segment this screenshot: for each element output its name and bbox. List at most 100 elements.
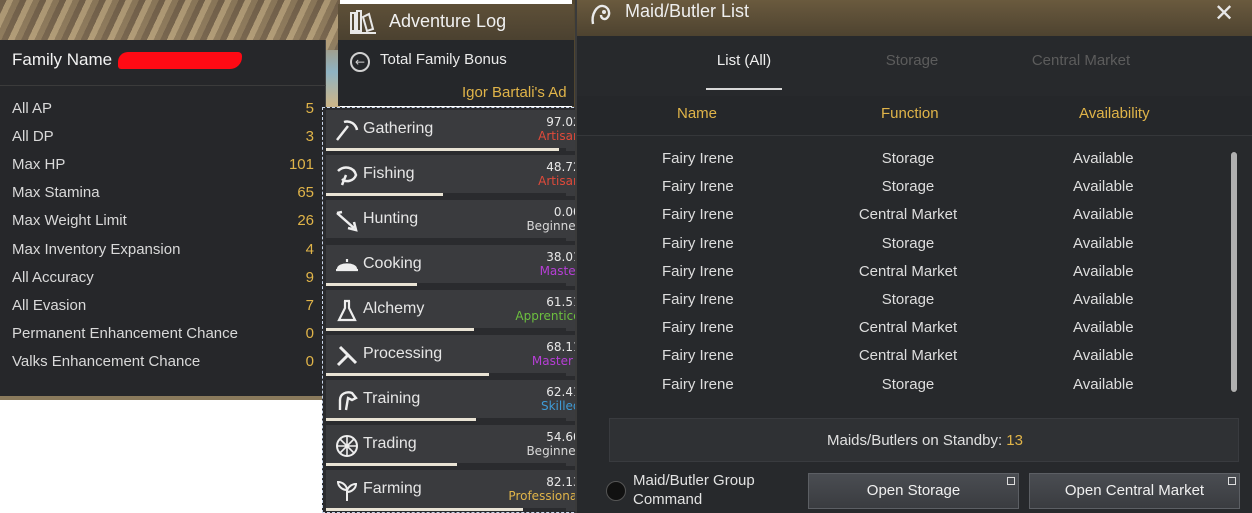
group-command-label-line1: Maid/Butler Group bbox=[633, 472, 755, 489]
adventure-log-header: Adventure Log bbox=[338, 4, 574, 40]
group-command-toggle[interactable] bbox=[606, 481, 626, 501]
skill-name: Processing bbox=[363, 345, 443, 362]
skill-progress-fill bbox=[326, 418, 476, 421]
table-row[interactable]: Fairy Irene Storage Available bbox=[607, 371, 1227, 399]
table-row[interactable]: Fairy Irene Storage Available bbox=[607, 230, 1227, 258]
maid-function: Storage bbox=[881, 375, 935, 393]
maid-function: Central Market bbox=[858, 319, 958, 337]
skill-progress-track bbox=[326, 508, 566, 511]
stat-label: Max Weight Limit bbox=[12, 212, 127, 230]
family-stats-panel: Family Name All AP 5 All DP 3 Max HP 101 Max S… bbox=[0, 40, 326, 396]
maid-name: Fairy Irene bbox=[662, 150, 734, 167]
scrollbar-thumb[interactable] bbox=[1231, 152, 1237, 392]
close-icon[interactable]: ✕ bbox=[1213, 1, 1235, 25]
skill-progress-fill bbox=[326, 148, 559, 151]
table-row[interactable]: Fairy Irene Storage Available bbox=[607, 173, 1227, 201]
skill-row-training[interactable]: Training 62.41% Skilled 8 bbox=[326, 380, 599, 421]
divider bbox=[0, 85, 326, 86]
skill-row-gathering[interactable]: Gathering 97.02% Artisan 1 bbox=[326, 110, 599, 151]
skill-progress-fill bbox=[326, 283, 418, 286]
skill-name: Alchemy bbox=[363, 300, 425, 317]
family-name-title: Family Name bbox=[12, 50, 113, 69]
column-header-availability: Availability bbox=[1079, 105, 1150, 122]
tab-storage[interactable]: Storage bbox=[874, 52, 950, 69]
maid-name: Fairy Irene bbox=[662, 206, 734, 224]
maid-butler-window: Maid/Butler List ✕ List (All) Storage Ce… bbox=[575, 0, 1252, 513]
family-stat-row: Max Stamina 65 bbox=[12, 179, 314, 207]
skill-row-alchemy[interactable]: Alchemy 61.51% Apprentice 6 bbox=[326, 290, 599, 331]
cooking-icon bbox=[336, 259, 358, 272]
family-stat-row: All AP 5 bbox=[12, 94, 314, 122]
column-header-name: Name bbox=[677, 105, 718, 122]
open-storage-button[interactable]: Open Storage bbox=[808, 473, 1019, 509]
tab-central-market[interactable]: Central Market bbox=[1025, 52, 1137, 69]
maid-name: Fairy Irene bbox=[662, 375, 734, 393]
column-header-function: Function bbox=[881, 105, 939, 122]
skill-row-processing[interactable]: Processing 68.11% Master 11 bbox=[326, 335, 599, 376]
skill-progress-fill bbox=[326, 463, 458, 466]
stat-value: 65 bbox=[297, 184, 314, 202]
maid-availability: Available bbox=[1073, 178, 1134, 196]
open-storage-label: Open Storage bbox=[866, 482, 961, 499]
skill-row-fishing[interactable]: Fishing 48.72% Artisan 4 bbox=[326, 155, 599, 196]
maid-name: Fairy Irene bbox=[662, 319, 734, 337]
total-family-bonus-link[interactable]: Total Family Bonus bbox=[380, 51, 507, 68]
maid-function: Storage bbox=[881, 291, 935, 308]
skill-name: Farming bbox=[363, 480, 422, 497]
table-row[interactable]: Fairy Irene Central Market Available bbox=[607, 314, 1227, 342]
maid-availability: Available bbox=[1073, 262, 1134, 280]
skill-name: Fishing bbox=[363, 165, 415, 182]
adventure-log-panel: Adventure Log ← Total Family Bonus Igor … bbox=[338, 4, 574, 106]
maid-name: Fairy Irene bbox=[662, 178, 734, 196]
maid-availability: Available bbox=[1073, 150, 1134, 167]
table-row[interactable]: Fairy Irene Storage Available bbox=[607, 145, 1227, 173]
family-stat-row: All Evasion 7 bbox=[12, 291, 314, 319]
skill-row-trading[interactable]: Trading 54.60% Beginner 8 bbox=[326, 425, 599, 466]
open-central-market-button[interactable]: Open Central Market bbox=[1029, 473, 1240, 509]
maid-availability: Available bbox=[1073, 291, 1134, 308]
stat-value: 26 bbox=[297, 212, 314, 230]
table-row[interactable]: Fairy Irene Storage Available bbox=[607, 286, 1227, 314]
stat-value: 3 bbox=[305, 127, 314, 145]
standby-label: Maids/Butlers on Standby: bbox=[827, 432, 1003, 449]
stat-value: 9 bbox=[305, 268, 314, 286]
family-stat-row: Max Inventory Expansion 4 bbox=[12, 235, 314, 263]
stat-value: 5 bbox=[305, 99, 314, 117]
standby-text: Maids/Butlers on Standby: 13 bbox=[610, 432, 1240, 449]
skill-progress-fill bbox=[326, 328, 474, 331]
adventure-log-entry[interactable]: Igor Bartali's Ad bbox=[462, 84, 567, 101]
back-arrow-icon[interactable]: ← bbox=[350, 52, 370, 72]
table-row[interactable]: Fairy Irene Central Market Available bbox=[607, 342, 1227, 370]
stat-value: 0 bbox=[305, 353, 314, 371]
maid-function: Storage bbox=[881, 150, 935, 167]
maid-name: Fairy Irene bbox=[662, 291, 734, 308]
skill-progress-track bbox=[326, 283, 566, 286]
skill-progress-track bbox=[326, 148, 566, 151]
stat-label: Max HP bbox=[12, 155, 66, 173]
active-tab-indicator bbox=[706, 88, 782, 90]
family-stat-row: Valks Enhancement Chance 0 bbox=[12, 348, 314, 376]
farming-icon bbox=[336, 480, 358, 501]
skill-progress-track bbox=[326, 373, 566, 376]
skill-progress-track bbox=[326, 463, 566, 466]
maid-availability: Available bbox=[1073, 206, 1134, 224]
table-row[interactable]: Fairy Irene Central Market Available bbox=[607, 201, 1227, 229]
maid-availability: Available bbox=[1073, 347, 1134, 365]
stat-value: 4 bbox=[305, 240, 314, 258]
stat-label: All Evasion bbox=[12, 296, 87, 314]
maid-icon bbox=[591, 4, 611, 25]
family-stat-row: All DP 3 bbox=[12, 122, 314, 150]
maid-function: Storage bbox=[881, 178, 935, 196]
stat-value: 7 bbox=[305, 296, 314, 314]
maid-window-header[interactable]: Maid/Butler List ✕ bbox=[577, 0, 1252, 36]
skill-name: Gathering bbox=[363, 120, 434, 137]
skill-row-cooking[interactable]: Cooking 38.01% Master 1 bbox=[326, 245, 599, 286]
skill-row-farming[interactable]: Farming 82.13% Professional 6 bbox=[326, 470, 599, 511]
tab-list-all[interactable]: List (All) bbox=[706, 52, 782, 69]
maid-availability: Available bbox=[1073, 319, 1134, 337]
table-row[interactable]: Fairy Irene Central Market Available bbox=[607, 258, 1227, 286]
alchemy-icon bbox=[337, 299, 357, 322]
skill-row-hunting[interactable]: Hunting 0.00% Beginner 1 bbox=[326, 200, 599, 241]
stat-label: Max Stamina bbox=[12, 184, 100, 202]
skill-name: Training bbox=[363, 390, 421, 407]
